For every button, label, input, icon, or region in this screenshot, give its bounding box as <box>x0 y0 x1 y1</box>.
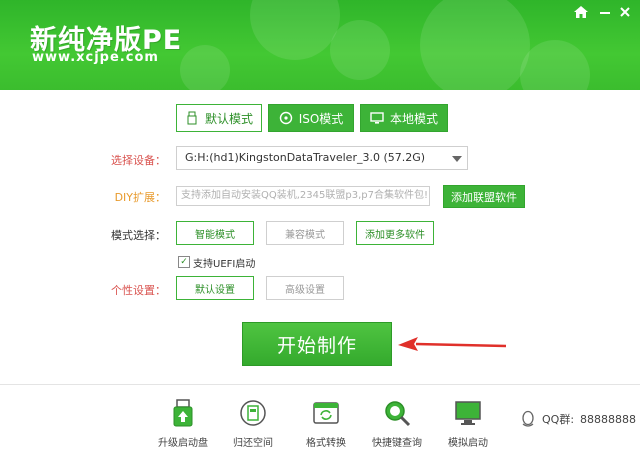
hotkey-search-icon <box>385 401 411 427</box>
qq-number: 88888888 <box>580 412 637 426</box>
restore-space-icon <box>240 400 266 426</box>
tab-local-mode[interactable]: 本地模式 <box>360 104 448 132</box>
upgrade-boot-disk-tool[interactable]: 升级启动盘 <box>148 398 218 449</box>
app-url: www.xcjpe.com <box>32 50 159 65</box>
uefi-checkbox[interactable]: ✓ <box>178 256 190 268</box>
format-convert-icon <box>313 402 339 424</box>
app-header: 新纯净版PE www.xcjpe.com <box>0 0 640 90</box>
mode-label: 模式选择： <box>111 229 166 242</box>
simulate-boot-icon <box>455 401 481 425</box>
hotkey-search-tool[interactable]: 快捷键查询 <box>362 398 432 449</box>
chevron-down-icon <box>452 156 462 162</box>
add-union-software-button[interactable]: 添加联盟软件 <box>443 185 525 208</box>
device-label: 选择设备： <box>111 154 166 167</box>
qq-penguin-icon <box>522 410 534 427</box>
restore-space-tool[interactable]: 归还空间 <box>218 398 288 449</box>
red-arrow-icon <box>398 337 507 351</box>
add-more-software-button[interactable]: 添加更多软件 <box>356 221 434 245</box>
tool-label: 升级启动盘 <box>158 438 208 449</box>
usb-icon <box>185 111 199 125</box>
uefi-label: 支持UEFI启动 <box>193 259 256 270</box>
tab-label: ISO模式 <box>298 111 344 126</box>
monitor-icon <box>370 111 384 125</box>
diy-input[interactable]: 支持添加自动安装QQ装机,2345联盟p3,p7合集软件包! <box>176 186 430 206</box>
main-panel: 默认模式 ISO模式 本地模式 选择设备： G:H:(hd1)KingstonD… <box>0 90 640 452</box>
default-settings-button[interactable]: 默认设置 <box>176 276 254 300</box>
advanced-settings-button[interactable]: 高级设置 <box>266 276 344 300</box>
tool-label: 模拟启动 <box>448 438 488 449</box>
device-value: G:H:(hd1)KingstonDataTraveler_3.0 (57.2G… <box>185 151 426 164</box>
close-icon[interactable] <box>616 5 634 21</box>
tool-label: 快捷键查询 <box>372 438 422 449</box>
footer-divider <box>0 384 640 385</box>
compat-mode-button[interactable]: 兼容模式 <box>266 221 344 245</box>
tool-label: 格式转换 <box>306 438 346 449</box>
disc-icon <box>279 111 293 125</box>
diy-label: DIY扩展： <box>114 191 166 204</box>
qq-label: QQ群: <box>542 413 575 426</box>
usb-upgrade-icon <box>173 399 193 427</box>
format-convert-tool[interactable]: 格式转换 <box>291 398 361 449</box>
minimize-icon[interactable] <box>596 5 614 21</box>
personal-settings-label: 个性设置： <box>111 284 166 297</box>
qq-group: QQ群: 88888888 <box>520 410 636 428</box>
tab-default-mode[interactable]: 默认模式 <box>176 104 262 132</box>
tab-label: 默认模式 <box>204 111 253 126</box>
smart-mode-button[interactable]: 智能模式 <box>176 221 254 245</box>
simulate-boot-tool[interactable]: 模拟启动 <box>433 398 503 449</box>
home-icon[interactable] <box>572 5 590 21</box>
tab-label: 本地模式 <box>389 111 438 126</box>
tab-iso-mode[interactable]: ISO模式 <box>268 104 354 132</box>
start-make-button[interactable]: 开始制作 <box>242 322 392 366</box>
tool-label: 归还空间 <box>233 438 273 449</box>
device-select[interactable]: G:H:(hd1)KingstonDataTraveler_3.0 (57.2G… <box>176 146 468 170</box>
